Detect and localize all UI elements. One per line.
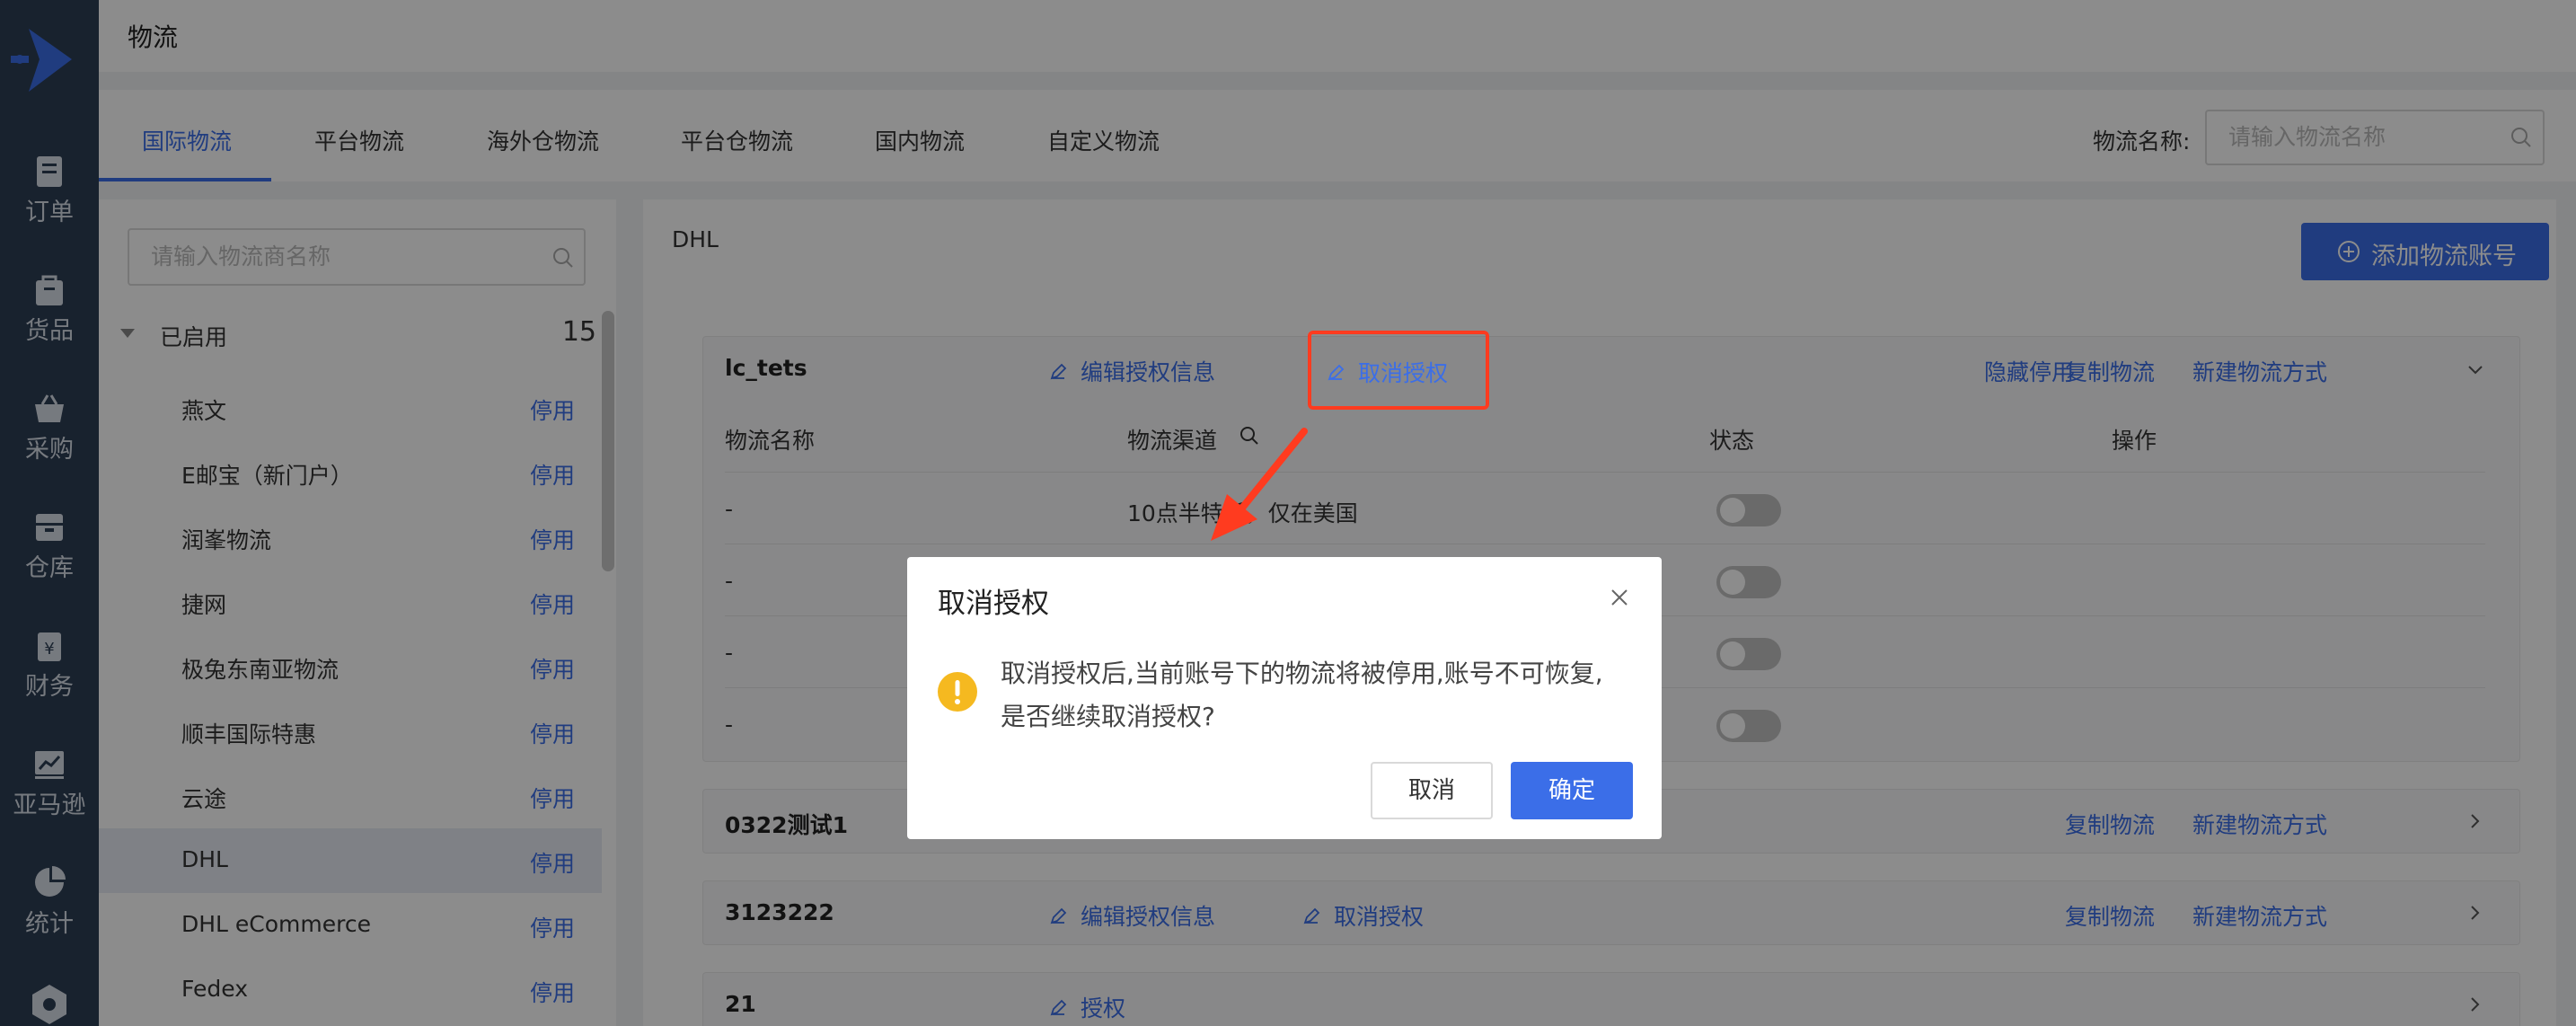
cancel-button[interactable]: 取消 (1371, 762, 1493, 819)
dialog-message-line: 取消授权后,当前账号下的物流将被停用,账号不可恢复, (1001, 659, 1603, 688)
dialog-title: 取消授权 (938, 588, 1049, 620)
dialog-message: 取消授权后,当前账号下的物流将被停用,账号不可恢复, 是否继续取消授权? (1001, 652, 1629, 739)
close-icon[interactable] (1610, 588, 1629, 607)
confirm-button[interactable]: 确定 (1511, 762, 1633, 819)
revoke-auth-dialog: 取消授权 取消授权后,当前账号下的物流将被停用,账号不可恢复, 是否继续取消授权… (907, 557, 1662, 839)
dialog-message-line: 是否继续取消授权? (1001, 702, 1215, 731)
warning-icon (938, 672, 977, 712)
annotation-highlight-box (1308, 331, 1489, 410)
annotation-arrow-icon (1211, 428, 1308, 541)
